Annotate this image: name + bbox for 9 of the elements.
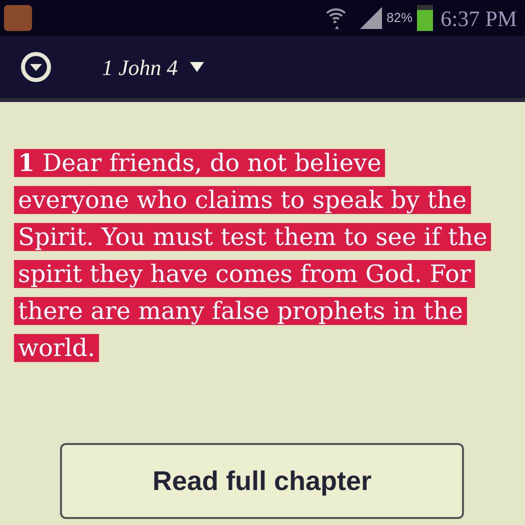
dropdown-circle-icon[interactable] xyxy=(20,51,52,83)
read-full-chapter-button[interactable]: Read full chapter xyxy=(60,443,464,519)
battery-icon xyxy=(416,5,433,31)
battery-percentage: 82% xyxy=(386,9,413,28)
book-chapter-selector[interactable]: 1 John 4 xyxy=(102,50,204,84)
clock: 6:37 PM xyxy=(440,4,517,32)
signal-icon xyxy=(358,6,383,30)
app-icon xyxy=(4,5,32,31)
caret-icon xyxy=(190,62,204,72)
